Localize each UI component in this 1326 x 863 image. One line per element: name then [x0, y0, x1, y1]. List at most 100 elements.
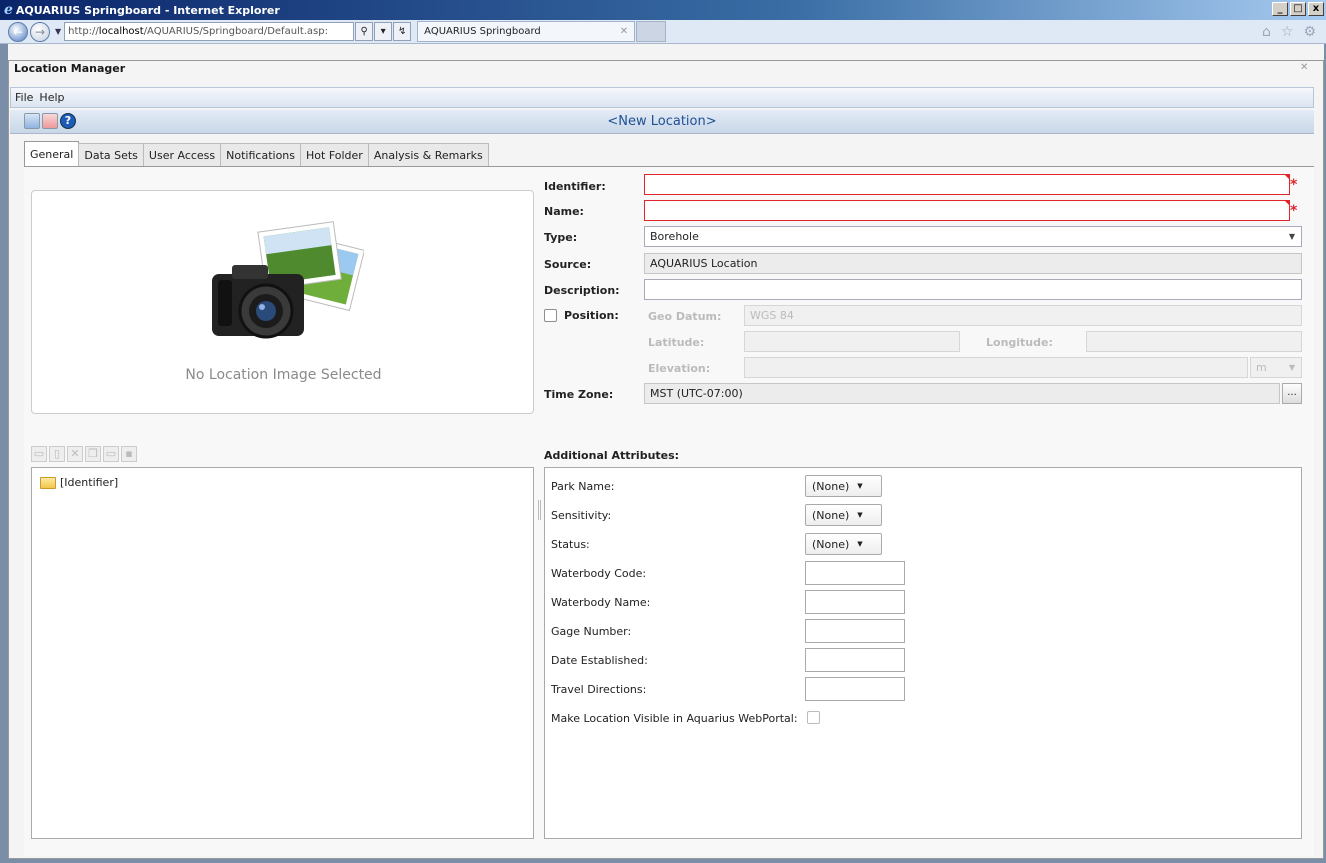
gage-number-input[interactable] — [805, 619, 905, 643]
address-dropdown-icon[interactable]: ▾ — [374, 22, 393, 41]
waterbody-code-label: Waterbody Code: — [551, 567, 647, 580]
tab-notifications[interactable]: Notifications — [220, 143, 302, 166]
name-label: Name: — [544, 205, 584, 218]
elevation-input — [744, 357, 1248, 378]
latitude-input — [744, 331, 960, 352]
position-label: Position: — [564, 309, 619, 322]
park-name-label: Park Name: — [551, 480, 615, 493]
browser-navbar: ← → ▼ http://localhost/AQUARIUS/Springbo… — [0, 20, 1326, 44]
tab-user-access[interactable]: User Access — [142, 143, 222, 166]
back-button[interactable]: ← — [8, 21, 28, 42]
timezone-field: MST (UTC-07:00) — [644, 383, 1280, 404]
new-folder-icon[interactable]: ▭ — [31, 446, 47, 462]
tab-analysis-remarks[interactable]: Analysis & Remarks — [367, 143, 489, 166]
identifier-input[interactable] — [644, 174, 1290, 195]
tab-title: AQUARIUS Springboard — [424, 26, 541, 37]
chevron-down-icon: ▼ — [857, 540, 863, 548]
toolbar: ? <New Location> — [10, 110, 1314, 134]
forward-button[interactable]: → — [30, 21, 50, 42]
save-file-icon[interactable]: ▪ — [121, 446, 137, 462]
chevron-down-icon: ▼ — [1288, 232, 1295, 241]
splitter-handle[interactable] — [538, 500, 541, 520]
waterbody-name-label: Waterbody Name: — [551, 596, 651, 609]
geo-datum-label: Geo Datum: — [648, 310, 722, 323]
favorites-star-icon[interactable]: ☆ — [1281, 24, 1294, 40]
menubar: File Help — [10, 87, 1314, 108]
attributes-panel: Park Name: (None) ▼ Sensitivity: (None) ▼ … — [544, 467, 1302, 839]
new-file-icon[interactable]: ▯ — [49, 446, 65, 462]
status-select[interactable]: (None) ▼ — [805, 533, 882, 555]
tab-general[interactable]: General — [24, 141, 80, 166]
park-name-value: (None) — [812, 479, 850, 493]
copy-icon[interactable]: ❐ — [85, 446, 101, 462]
menu-file[interactable]: File — [15, 91, 33, 104]
location-image-panel[interactable]: No Location Image Selected — [31, 190, 534, 414]
longitude-label: Longitude: — [986, 336, 1053, 349]
additional-attributes-heading: Additional Attributes: — [544, 449, 680, 462]
source-label: Source: — [544, 258, 592, 271]
status-label: Status: — [551, 538, 590, 551]
address-prefix: http:// — [68, 26, 99, 37]
tab-data-sets[interactable]: Data Sets — [78, 143, 144, 166]
address-path: /AQUARIUS/Springboard/Default.asp: — [143, 26, 328, 37]
delete-file-icon[interactable]: ✕ — [67, 446, 83, 462]
maximize-button[interactable]: □ — [1290, 2, 1306, 16]
geo-datum-field: WGS 84 — [744, 305, 1302, 326]
app-title: Location Manager — [14, 62, 126, 75]
window-controls: _ □ x — [1272, 2, 1324, 16]
history-dropdown-icon[interactable]: ▼ — [55, 27, 61, 36]
description-label: Description: — [544, 284, 620, 297]
address-bar[interactable]: http://localhost/AQUARIUS/Springboard/De… — [64, 22, 355, 41]
compatibility-view-icon[interactable]: ↯ — [393, 22, 412, 41]
file-tree: [Identifier] — [31, 467, 534, 839]
tree-root-label: [Identifier] — [60, 476, 119, 489]
elevation-unit-value: m — [1256, 361, 1267, 374]
travel-directions-label: Travel Directions: — [551, 683, 647, 696]
chevron-down-icon: ▼ — [1288, 363, 1295, 372]
webportal-visible-checkbox[interactable] — [807, 711, 820, 724]
sensitivity-value: (None) — [812, 508, 850, 522]
browser-title: AQUARIUS Springboard - Internet Explorer — [15, 3, 280, 17]
name-input[interactable] — [644, 200, 1290, 221]
browser-titlebar: e AQUARIUS Springboard - Internet Explor… — [0, 0, 1326, 20]
park-name-select[interactable]: (None) ▼ — [805, 475, 882, 497]
waterbody-code-input[interactable] — [805, 561, 905, 585]
date-established-input[interactable] — [805, 648, 905, 672]
tab-close-icon[interactable]: ✕ — [620, 26, 628, 37]
browser-tab[interactable]: AQUARIUS Springboard ✕ — [417, 21, 636, 42]
identifier-required-marker: * — [1290, 177, 1298, 193]
gear-icon[interactable]: ⚙ — [1303, 24, 1316, 40]
address-host: localhost — [98, 26, 144, 37]
tree-root-item[interactable]: [Identifier] — [40, 476, 118, 489]
sensitivity-select[interactable]: (None) ▼ — [805, 504, 882, 526]
source-field: AQUARIUS Location — [644, 253, 1302, 274]
elevation-label: Elevation: — [648, 362, 711, 375]
tab-hot-folder[interactable]: Hot Folder — [300, 143, 369, 166]
travel-directions-input[interactable] — [805, 677, 905, 701]
position-checkbox[interactable] — [544, 309, 557, 322]
longitude-input — [1086, 331, 1302, 352]
webportal-visible-label: Make Location Visible in Aquarius WebPor… — [551, 712, 798, 725]
type-select[interactable]: Borehole ▼ — [644, 226, 1302, 247]
close-window-button[interactable]: x — [1308, 2, 1324, 16]
timezone-picker-button[interactable]: ... — [1282, 383, 1302, 404]
minimize-button[interactable]: _ — [1272, 2, 1288, 16]
app-close-icon[interactable]: ✕ — [1300, 62, 1308, 73]
search-icon[interactable]: ⚲ — [355, 22, 374, 41]
elevation-unit-select: m ▼ — [1250, 357, 1302, 378]
waterbody-name-input[interactable] — [805, 590, 905, 614]
identifier-label: Identifier: — [544, 180, 606, 193]
ie-logo-icon: e — [4, 2, 13, 18]
browser-right-icons: ⌂ ☆ ⚙ — [1262, 24, 1316, 40]
chevron-down-icon: ▼ — [857, 511, 863, 519]
status-value: (None) — [812, 537, 850, 551]
new-tab-button[interactable] — [636, 21, 667, 42]
menu-help[interactable]: Help — [39, 91, 64, 104]
latitude-label: Latitude: — [648, 336, 705, 349]
date-established-label: Date Established: — [551, 654, 648, 667]
type-value: Borehole — [650, 230, 699, 243]
open-folder-icon[interactable]: ▭ — [103, 446, 119, 462]
description-input[interactable] — [644, 279, 1302, 300]
camera-photos-icon — [212, 221, 364, 339]
home-icon[interactable]: ⌂ — [1262, 24, 1271, 40]
